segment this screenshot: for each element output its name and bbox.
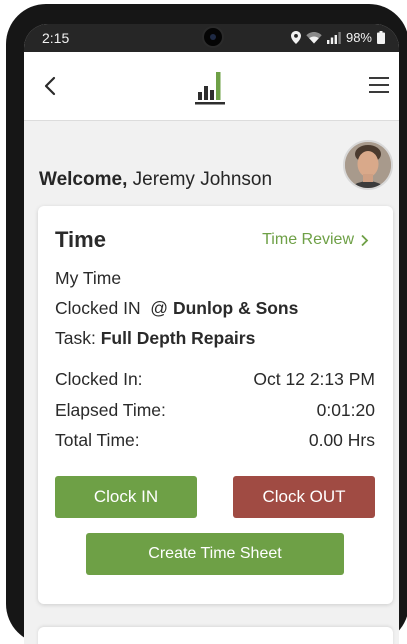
user-name: Jeremy Johnson bbox=[132, 169, 273, 190]
battery-icon bbox=[377, 31, 385, 44]
time-review-link[interactable]: Time Review bbox=[262, 231, 369, 249]
create-time-sheet-button[interactable]: Create Time Sheet bbox=[86, 533, 344, 575]
row-label: Total Time: bbox=[55, 430, 140, 450]
row-label: Clocked In: bbox=[55, 369, 143, 389]
app-logo bbox=[192, 66, 232, 108]
card-title: Time bbox=[55, 227, 106, 252]
front-camera bbox=[202, 26, 224, 48]
welcome-message: Welcome, Jeremy Johnson bbox=[39, 169, 272, 191]
clocked-in-label: Clocked IN @ bbox=[55, 298, 169, 318]
clock-out-button[interactable]: Clock OUT bbox=[233, 476, 375, 518]
battery-percent: 98% bbox=[345, 30, 372, 45]
task-line: Task: Full Depth Repairs bbox=[55, 328, 255, 349]
row-value: Oct 12 2:13 PM bbox=[253, 369, 375, 389]
row-value: 0.00 Hrs bbox=[308, 430, 375, 450]
chevron-left-icon bbox=[44, 76, 56, 96]
chevron-right-icon bbox=[361, 234, 369, 246]
next-card bbox=[38, 627, 393, 644]
time-review-label: Time Review bbox=[262, 231, 354, 248]
app-bar bbox=[24, 52, 399, 121]
menu-button[interactable] bbox=[367, 74, 393, 96]
back-button[interactable] bbox=[38, 72, 64, 100]
phone-frame: 2:15 98% Welcome, Jeremy Johnson Time Ti… bbox=[6, 4, 407, 644]
status-icons: 98% bbox=[290, 30, 385, 45]
status-bar: 2:15 98% bbox=[24, 24, 399, 52]
row-label: Elapsed Time: bbox=[55, 400, 166, 420]
row-value: 0:01:20 bbox=[316, 400, 375, 420]
welcome-greeting: Welcome, bbox=[39, 169, 128, 190]
bar-chart-logo-icon bbox=[195, 72, 225, 105]
status-time: 2:15 bbox=[42, 30, 70, 46]
task-label: Task: bbox=[55, 328, 96, 348]
location-icon bbox=[290, 31, 301, 44]
wifi-icon bbox=[306, 31, 322, 43]
user-photo bbox=[345, 142, 391, 188]
clock-in-button[interactable]: Clock IN bbox=[55, 476, 197, 518]
main-content: Welcome, Jeremy Johnson Time Time Review bbox=[24, 121, 399, 644]
screen: 2:15 98% Welcome, Jeremy Johnson Time Ti… bbox=[24, 24, 399, 644]
my-time-label: My Time bbox=[55, 268, 122, 288]
avatar[interactable] bbox=[343, 140, 393, 190]
task-value: Full Depth Repairs bbox=[100, 328, 256, 348]
time-card: Time Time Review My Time Clocked IN @ Du… bbox=[38, 206, 393, 604]
signal-icon bbox=[326, 31, 341, 44]
hamburger-menu-icon bbox=[369, 77, 389, 93]
clocked-in-location: Dunlop & Sons bbox=[172, 298, 299, 318]
clocked-in-status: Clocked IN @ Dunlop & Sons bbox=[55, 298, 298, 319]
